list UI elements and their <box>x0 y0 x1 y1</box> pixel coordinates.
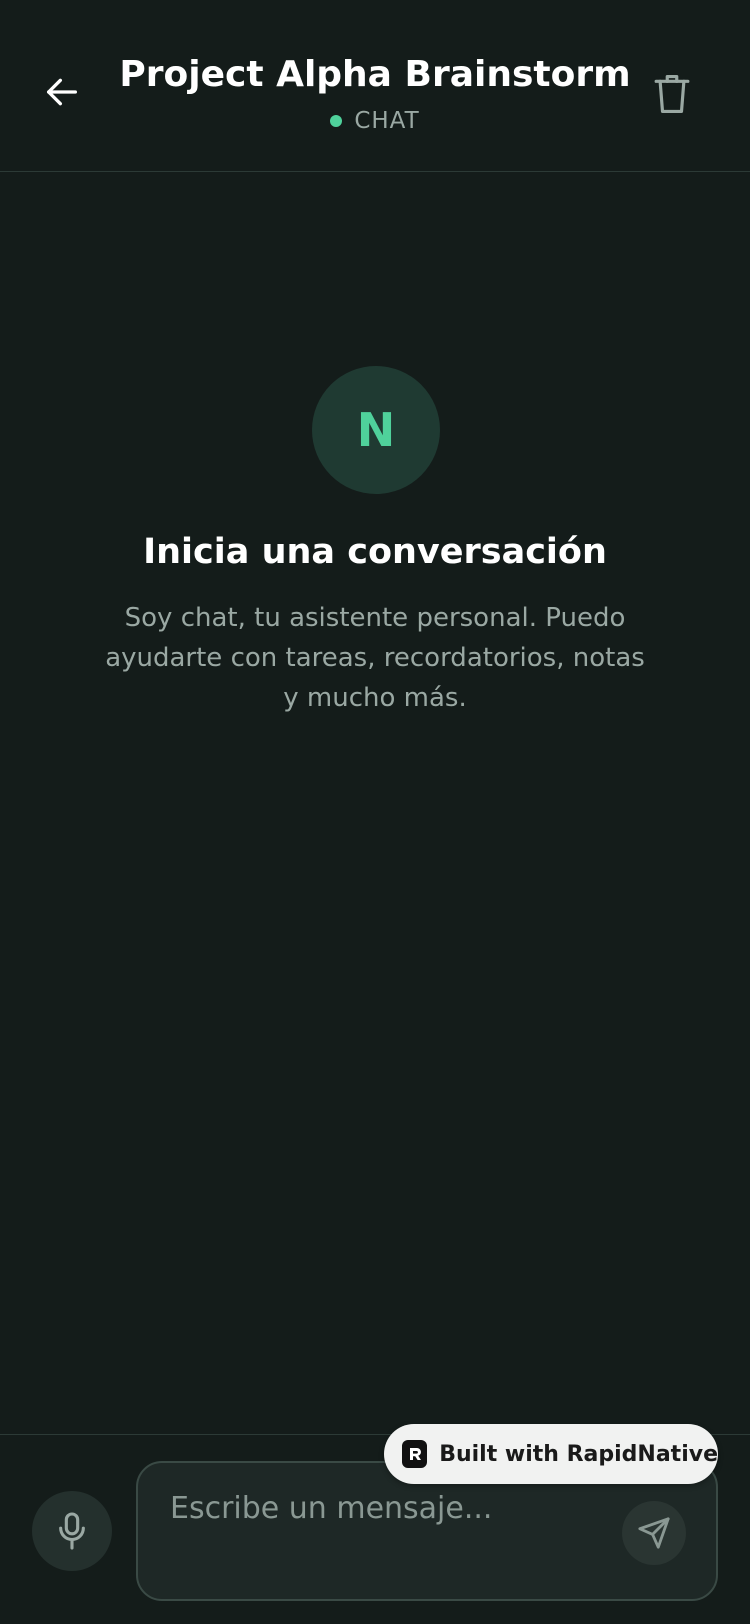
send-icon <box>638 1517 670 1549</box>
empty-state-title: Inicia una conversación <box>143 532 607 572</box>
chat-title: Project Alpha Brainstorm <box>119 54 631 95</box>
empty-state-description: Soy chat, tu asistente personal. Puedo a… <box>105 603 645 713</box>
back-button[interactable] <box>38 68 86 116</box>
chat-subtitle: CHAT <box>354 108 420 134</box>
built-with-label: Built with RapidNative <box>439 1441 718 1467</box>
voice-input-button[interactable] <box>32 1491 112 1571</box>
rapidnative-logo-icon <box>402 1440 428 1468</box>
message-input[interactable] <box>170 1483 590 1533</box>
chat-header: Project Alpha Brainstorm CHAT <box>0 0 750 172</box>
microphone-icon <box>59 1512 85 1550</box>
chat-status: CHAT <box>100 108 650 134</box>
arrow-left-icon <box>47 78 78 106</box>
assistant-avatar: N <box>312 366 440 494</box>
send-button[interactable] <box>622 1501 686 1565</box>
built-with-badge[interactable]: Built with RapidNative <box>384 1424 718 1484</box>
delete-chat-button[interactable] <box>648 68 696 120</box>
trash-icon <box>654 75 690 113</box>
online-status-dot <box>330 115 343 127</box>
